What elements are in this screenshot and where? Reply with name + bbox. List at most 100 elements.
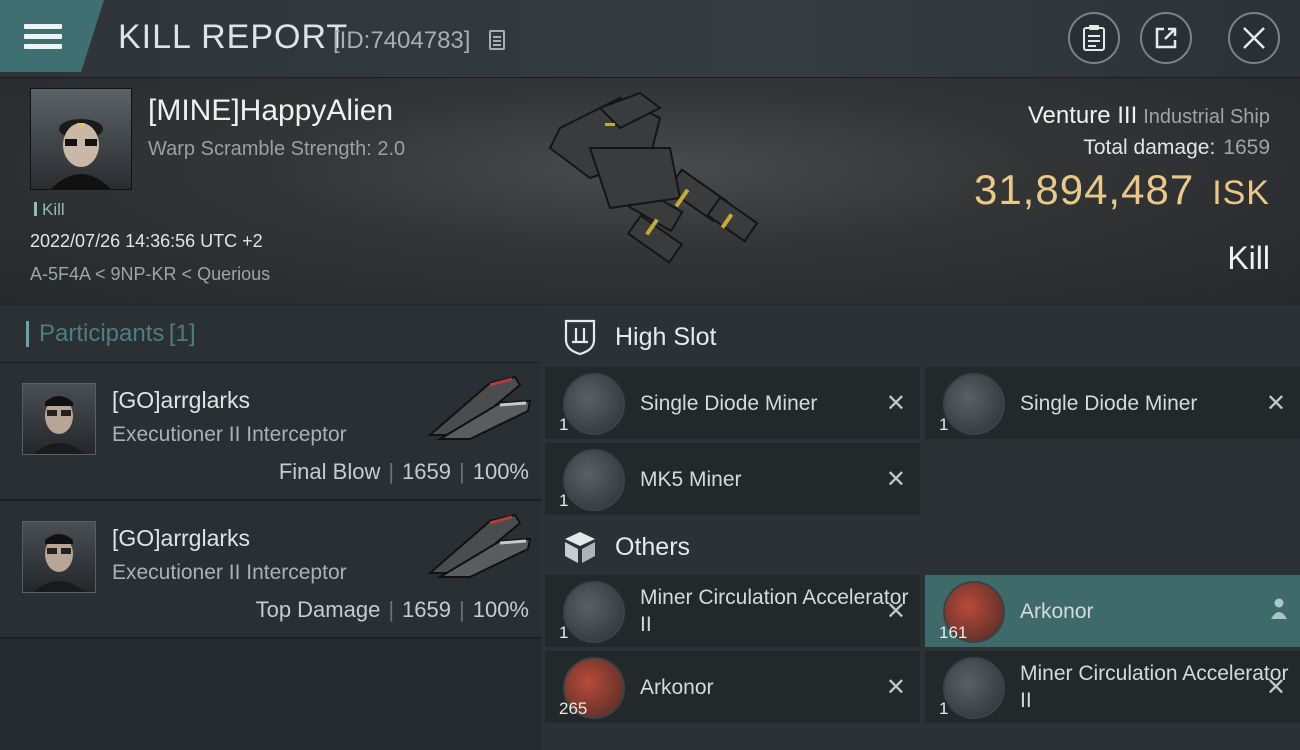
participant-stats: Top Damage | 1659 | 100%	[256, 597, 529, 623]
hamburger-menu-icon	[24, 19, 62, 54]
ship-image	[548, 91, 759, 264]
close-icon	[1243, 27, 1265, 49]
item-quantity: 161	[939, 623, 968, 642]
miner-module-icon	[943, 373, 1005, 435]
participant-ship[interactable]: Executioner II Interceptor	[112, 423, 347, 447]
high-slot-header: High Slot	[541, 307, 1300, 367]
ship-type: Industrial Ship	[1143, 106, 1270, 128]
kill-report-window: KILL REPORT [ID:7404783] [MINE]HappyAlie…	[0, 0, 1300, 750]
cargo-item[interactable]: 1 Miner Circulation Accelerator II ✕	[545, 575, 920, 647]
isk-value: 31,894,487 ISK	[974, 166, 1270, 214]
destroyed-icon: ✕	[885, 390, 906, 417]
item-name: Miner Circulation Accelerator II	[640, 586, 909, 636]
kill-datetime: 2022/07/26 14:36:56 UTC +2	[30, 231, 263, 251]
portrait-icon	[33, 396, 85, 454]
destroyed-icon: ✕	[885, 674, 906, 701]
total-damage-label: Total damage:	[1083, 136, 1216, 159]
share-button[interactable]	[1140, 12, 1192, 64]
item-quantity: 1	[559, 491, 569, 510]
person-icon	[1271, 598, 1287, 619]
separator: |	[388, 597, 395, 622]
participant-ship[interactable]: Executioner II Interceptor	[112, 561, 347, 585]
others-label: Others	[615, 532, 691, 561]
total-damage: Total damage: 1659	[1083, 136, 1270, 160]
participant-row[interactable]: [GO]arrglarks Executioner II Interceptor…	[0, 501, 541, 639]
participant-row[interactable]: [GO]arrglarks Executioner II Interceptor…	[0, 363, 541, 501]
destroyed-icon: ✕	[1265, 674, 1286, 701]
high-slot-icon	[564, 319, 596, 356]
victim-name[interactable]: [MINE]HappyAlien	[148, 94, 393, 128]
result-label: Kill	[1227, 240, 1270, 276]
share-icon	[1155, 27, 1177, 49]
participants-header: Participants [1]	[0, 305, 541, 363]
participant-role: Top Damage	[255, 597, 381, 622]
participants-label: Participants	[39, 319, 165, 347]
isk-unit: ISK	[1212, 174, 1270, 212]
ship-class[interactable]: Venture III Industrial Ship	[1028, 102, 1270, 130]
title-bar: KILL REPORT [ID:7404783]	[0, 0, 1300, 78]
miner-module-icon	[563, 373, 625, 435]
participant-stats: Final Blow | 1659 | 100%	[279, 459, 529, 485]
miner-module-icon	[563, 449, 625, 511]
page-title: KILL REPORT	[118, 18, 349, 56]
participants-count: [1]	[168, 319, 196, 347]
victim-avatar[interactable]	[30, 88, 132, 190]
participants-panel: Participants [1] [GO]arrglarks Execution…	[0, 305, 541, 750]
item-name: Single Diode Miner	[1020, 391, 1198, 415]
total-damage-value: 1659	[1223, 136, 1270, 159]
item-name: MK5 Miner	[640, 467, 742, 491]
report-id: [ID:7404783]	[333, 27, 471, 54]
portrait-icon	[33, 534, 85, 592]
separator: |	[459, 459, 465, 484]
item-quantity: 1	[559, 415, 569, 434]
item-name: Single Diode Miner	[640, 391, 818, 415]
slot-item[interactable]: 1 Single Diode Miner ✕	[545, 367, 920, 439]
portrait-icon	[51, 119, 111, 189]
report-button[interactable]	[1068, 12, 1120, 64]
item-quantity: 265	[559, 699, 588, 718]
separator: |	[388, 459, 395, 484]
clipboard-icon	[1083, 25, 1105, 51]
copy-icon[interactable]	[489, 30, 505, 50]
destroyed-icon: ✕	[885, 466, 906, 493]
cargo-item[interactable]: 161 Arkonor	[925, 575, 1300, 647]
participant-ship-image	[427, 375, 532, 440]
participant-percent: 100%	[472, 459, 529, 484]
others-header: Others	[541, 517, 1300, 577]
participant-damage: 1659	[402, 597, 451, 622]
participant-name[interactable]: [GO]arrglarks	[112, 387, 250, 414]
item-quantity: 1	[939, 699, 949, 718]
participant-damage: 1659	[402, 459, 451, 484]
destroyed-icon: ✕	[885, 598, 906, 625]
module-icon	[563, 581, 625, 643]
slot-item[interactable]: 1 Single Diode Miner ✕	[925, 367, 1300, 439]
item-name: Arkonor	[1020, 599, 1094, 623]
item-quantity: 1	[939, 415, 949, 434]
participant-avatar[interactable]	[22, 383, 96, 455]
slot-item[interactable]: 1 MK5 Miner ✕	[545, 443, 920, 515]
isk-amount: 31,894,487	[973, 166, 1195, 213]
cargo-item[interactable]: 1 Miner Circulation Accelerator II ✕	[925, 651, 1300, 723]
ship-name: Venture III	[1027, 102, 1138, 129]
warp-scramble-strength: Warp Scramble Strength: 2.0	[148, 138, 406, 160]
close-button[interactable]	[1228, 12, 1280, 64]
result-tag: Kill	[34, 200, 65, 220]
participant-ship-image	[427, 513, 532, 578]
destroyed-icon: ✕	[1265, 390, 1286, 417]
item-name: Miner Circulation Accelerator II	[1020, 662, 1289, 712]
cargo-item[interactable]: 265 Arkonor ✕	[545, 651, 920, 723]
high-slot-label: High Slot	[615, 322, 717, 351]
victim-panel: [MINE]HappyAlien Warp Scramble Strength:…	[0, 78, 1300, 304]
fitting-panel: High Slot 1 Single Diode Miner ✕ 1 Singl…	[541, 305, 1300, 750]
participant-percent: 100%	[472, 597, 529, 622]
participant-avatar[interactable]	[22, 521, 96, 593]
item-quantity: 1	[559, 623, 569, 642]
cargo-box-icon	[565, 532, 595, 563]
separator: |	[459, 597, 465, 622]
kill-location[interactable]: A-5F4A < 9NP-KR < Querious	[30, 264, 270, 285]
menu-button[interactable]	[0, 0, 104, 72]
participant-name[interactable]: [GO]arrglarks	[112, 525, 250, 552]
module-icon	[943, 657, 1005, 719]
header-accent-bar	[26, 320, 29, 347]
item-name: Arkonor	[640, 675, 714, 699]
